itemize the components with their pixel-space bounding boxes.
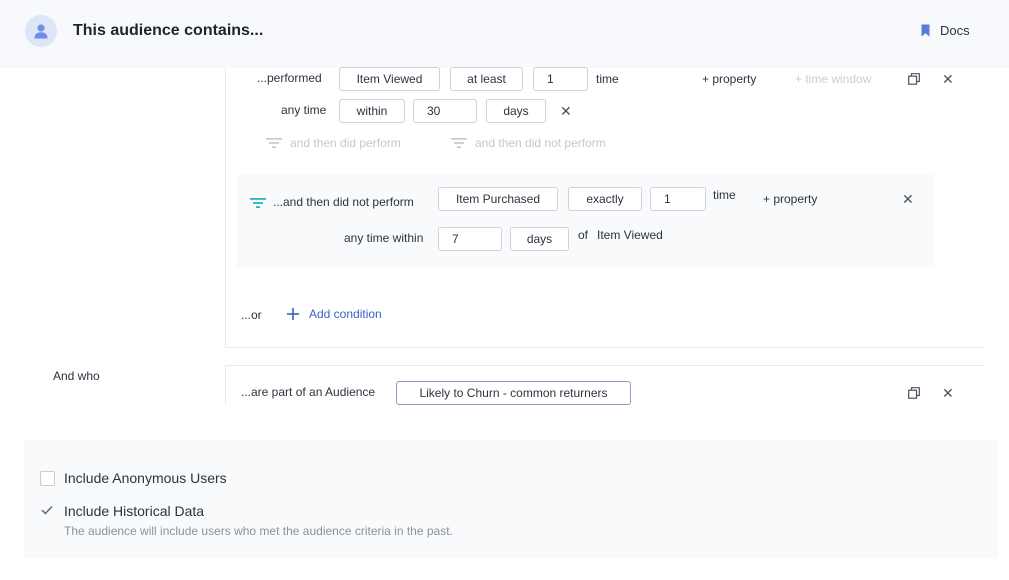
include-historical-label: Include Historical Data [64,503,205,519]
filter-icon [266,138,282,148]
of-event-label: Item Viewed [597,228,663,242]
and-who-label: And who [53,369,100,383]
bookmark-icon [921,24,930,37]
include-historical-hint: The audience will include users who met … [64,524,453,538]
filter-icon [451,138,467,148]
page-title: This audience contains... [73,22,264,39]
time-value-input[interactable]: 30 [413,99,477,123]
then-did-perform-label: and then did perform [290,136,401,150]
nested-condition-label: ...and then did not perform [273,195,414,209]
nested-operator-select[interactable]: exactly [568,187,642,211]
event-select[interactable]: Item Viewed [339,67,440,91]
audience-header: This audience contains... Docs [0,0,1009,68]
plus-icon [287,308,299,320]
add-condition-label: Add condition [309,307,382,321]
then-did-not-perform-label: and then did not perform [475,136,606,150]
nested-time-value-input[interactable]: 7 [438,227,502,251]
audience-condition-label: ...are part of an Audience [241,385,376,399]
filter-icon [250,198,266,208]
include-anonymous-label: Include Anonymous Users [64,470,227,486]
audience-select[interactable]: Likely to Churn - common returners [396,381,631,405]
of-label: of [578,228,589,242]
include-anonymous-checkbox[interactable] [40,471,55,486]
duplicate-icon[interactable] [908,387,920,399]
remove-audience-condition-button[interactable]: ✕ [942,386,954,400]
operator-select[interactable]: at least [450,67,523,91]
count-input[interactable]: 1 [533,67,588,91]
user-icon [34,24,48,39]
add-time-window-button[interactable]: + time window [795,72,871,86]
add-condition-button[interactable]: Add condition [287,307,382,321]
nested-add-property-button[interactable]: + property [763,192,817,206]
nested-time-unit-select[interactable]: days [510,227,569,251]
add-property-button[interactable]: + property [702,72,756,86]
docs-label: Docs [940,23,970,38]
docs-link[interactable]: Docs [921,23,970,38]
avatar [25,15,57,47]
time-unit-select[interactable]: days [486,99,546,123]
then-did-perform-button[interactable]: and then did perform [266,136,401,150]
or-label: ...or [241,308,262,322]
then-did-not-perform-button[interactable]: and then did not perform [451,136,606,150]
nested-event-select[interactable]: Item Purchased [438,187,558,211]
time-operator-select[interactable]: within [339,99,405,123]
remove-condition-button[interactable]: ✕ [942,72,954,86]
nested-count-unit-label: time [713,188,736,202]
remove-nested-condition-button[interactable]: ✕ [902,192,914,206]
nested-count-input[interactable]: 1 [650,187,706,211]
nested-time-label: any time within [344,231,424,245]
time-label: any time [281,103,327,117]
check-icon[interactable] [41,505,53,515]
audience-options-panel [24,440,998,558]
performed-label: ...performed [257,71,322,85]
count-unit-label: time [596,72,619,86]
clear-time-button[interactable]: ✕ [560,104,572,118]
duplicate-icon[interactable] [908,73,920,85]
